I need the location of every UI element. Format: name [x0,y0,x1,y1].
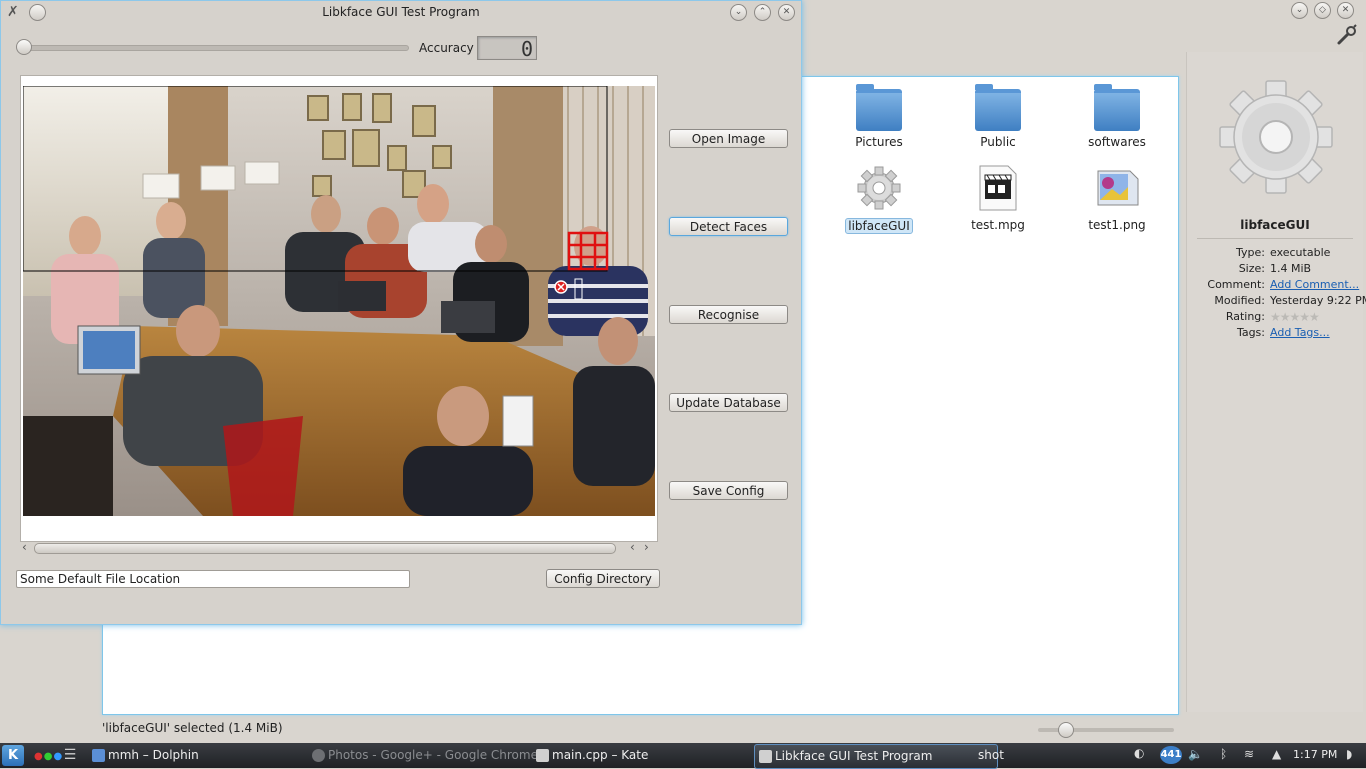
folder-icon [856,84,902,131]
title-bar[interactable]: ✗ Libkface GUI Test Program ⌄ ⌃ ✕ [1,1,801,23]
gear-icon [857,166,901,210]
document-icon [536,749,549,762]
bluetooth-icon[interactable]: ᛒ [1220,747,1227,761]
clock[interactable]: 1:17 PM [1293,748,1337,761]
divider [1197,238,1353,239]
file-item-libfacegui[interactable]: libfaceGUI [824,165,934,234]
kde-menu-button[interactable]: K [2,745,24,766]
info-row-modified: Modified: Yesterday 9:22 PM [1214,294,1366,307]
title-buttons: ⌄ ⌃ ✕ [730,4,795,21]
pager-icon[interactable]: ☰ [60,746,80,765]
taskbar: K ●●● ☰ mmh – Dolphin Photos - Google+ -… [0,743,1366,769]
scrollbar-thumb[interactable] [34,543,616,554]
wifi-icon[interactable]: ≋ [1244,747,1254,761]
image-view[interactable] [20,75,658,542]
config-path-input[interactable]: Some Default File Location [16,570,410,588]
image-file-icon [1097,170,1139,206]
app-icon [759,750,772,763]
task-chrome[interactable]: Photos - Google+ - Google Chrome [308,744,546,767]
chevron-left-icon[interactable]: ‹ [22,540,27,554]
folder-icon [975,84,1021,131]
info-row-tags: Tags: Add Tags... [1236,326,1330,339]
video-file-icon [979,165,1017,211]
detect-faces-button[interactable]: Detect Faces [669,217,788,236]
minimize-button[interactable]: ⌄ [730,4,747,21]
file-item-public[interactable]: Public [943,84,1053,149]
accuracy-slider[interactable] [23,45,409,51]
task-screenshot[interactable]: shot [958,744,1098,767]
task-kate[interactable]: main.cpp – Kate [532,744,764,767]
close-button[interactable]: ✕ [1337,2,1354,19]
wrench-icon[interactable] [1336,24,1358,46]
maximize-button[interactable]: ⌃ [754,4,771,21]
accuracy-slider-handle[interactable] [16,39,32,55]
minimize-button[interactable]: ⌄ [1291,2,1308,19]
window-title: Libkface GUI Test Program [322,5,480,19]
info-row-type: Type: executable [1236,246,1331,259]
volume-icon[interactable]: 🔈 [1188,747,1203,761]
info-title: libfaceGUI [1240,218,1310,232]
group-photo [23,86,655,516]
zoom-slider-handle[interactable] [1058,722,1074,738]
libface-window: ✗ Libkface GUI Test Program ⌄ ⌃ ✕ Accura… [0,0,802,625]
network-icon[interactable]: ◐ [1134,746,1144,760]
activity-dots-icon[interactable]: ●●● [34,751,63,762]
file-item-softwares[interactable]: softwares [1062,84,1172,149]
chrome-icon [312,749,325,762]
notification-badge[interactable]: 441 [1160,746,1182,764]
accuracy-lcd-display: 0 [477,36,537,61]
info-row-comment: Comment: Add Comment... [1207,278,1360,291]
accuracy-label: Accuracy [419,41,474,55]
close-button[interactable]: ✕ [778,4,795,21]
recognise-button[interactable]: Recognise [669,305,788,324]
rating-stars[interactable]: ★★★★★ [1270,310,1320,324]
add-comment-link[interactable]: Add Comment... [1270,278,1359,291]
chevron-right-icon[interactable]: › [644,540,649,554]
dolphin-icon [92,749,105,762]
file-item-test-mpg[interactable]: test.mpg [943,165,1053,232]
tray-expand-icon[interactable]: ▲ [1272,747,1281,761]
info-row-rating: Rating: ★★★★★ [1225,310,1320,324]
chevron-left-icon[interactable]: ‹ [630,540,635,554]
restore-button[interactable]: ◇ [1314,2,1331,19]
open-image-button[interactable]: Open Image [669,129,788,148]
config-directory-button[interactable]: Config Directory [546,569,660,588]
cashew-icon[interactable]: ◗ [1346,747,1352,761]
info-row-size: Size: 1.4 MiB [1238,262,1312,275]
gear-icon [1219,80,1333,194]
folder-icon [1094,84,1140,131]
status-bar-text: 'libfaceGUI' selected (1.4 MiB) [102,721,283,735]
task-dolphin[interactable]: mmh – Dolphin [88,744,320,767]
dolphin-title-buttons: ⌄ ◇ ✕ [1291,2,1354,19]
horizontal-scrollbar[interactable]: ‹ ‹ › [20,540,656,555]
update-database-button[interactable]: Update Database [669,393,788,412]
information-panel: libfaceGUI Type: executable Size: 1.4 Mi… [1186,52,1366,712]
save-config-button[interactable]: Save Config [669,481,788,500]
add-tags-link[interactable]: Add Tags... [1270,326,1330,339]
file-item-pictures[interactable]: Pictures [824,84,934,149]
file-item-test1-png[interactable]: test1.png [1062,165,1172,232]
